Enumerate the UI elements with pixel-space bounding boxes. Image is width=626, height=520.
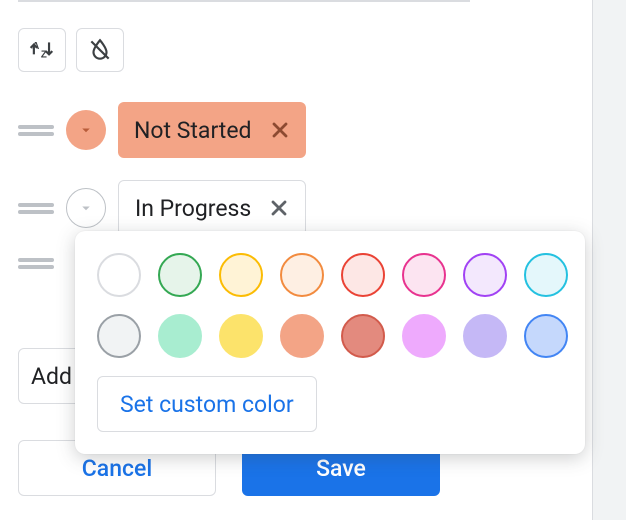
caret-down-icon	[77, 121, 95, 139]
color-swatch[interactable]	[524, 253, 568, 297]
no-color-icon	[87, 37, 113, 63]
color-swatch[interactable]	[341, 253, 385, 297]
color-swatch[interactable]	[524, 314, 568, 358]
drag-handle[interactable]	[18, 125, 54, 136]
color-swatch[interactable]	[341, 314, 385, 358]
color-swatch[interactable]	[219, 253, 263, 297]
clear-color-button[interactable]	[76, 28, 124, 72]
option-chip[interactable]: Not Started	[118, 102, 306, 158]
option-row	[18, 258, 54, 269]
color-swatch[interactable]	[219, 314, 263, 358]
panel-top-border	[18, 0, 470, 2]
option-chip-label: In Progress	[135, 195, 251, 222]
set-custom-color-button[interactable]: Set custom color	[97, 376, 317, 432]
toolbar: A Z	[18, 28, 124, 72]
option-row: In Progress	[18, 180, 306, 236]
color-swatch[interactable]	[158, 314, 202, 358]
color-picker-popover: Set custom color	[75, 231, 585, 454]
color-swatch[interactable]	[97, 314, 141, 358]
close-icon	[267, 196, 291, 220]
color-swatch[interactable]	[158, 253, 202, 297]
remove-option-button[interactable]	[265, 194, 293, 222]
color-swatch[interactable]	[463, 314, 507, 358]
color-swatch[interactable]	[280, 253, 324, 297]
drag-handle[interactable]	[18, 203, 54, 214]
color-swatch[interactable]	[463, 253, 507, 297]
close-icon	[268, 118, 292, 142]
right-page-gutter	[592, 0, 626, 520]
set-custom-color-label: Set custom color	[120, 391, 294, 418]
caret-down-icon	[77, 199, 95, 217]
remove-option-button[interactable]	[266, 116, 294, 144]
option-chip-label: Not Started	[134, 117, 252, 144]
save-button-label: Save	[316, 455, 366, 482]
sort-az-icon: A Z	[29, 37, 55, 63]
option-chip[interactable]: In Progress	[118, 180, 306, 236]
option-row: Not Started	[18, 102, 306, 158]
color-dropdown-button[interactable]	[66, 188, 106, 228]
sort-az-button[interactable]: A Z	[18, 28, 66, 72]
color-swatch[interactable]	[402, 314, 446, 358]
cancel-button-label: Cancel	[82, 455, 152, 482]
swatch-grid	[97, 253, 563, 358]
color-dropdown-button[interactable]	[66, 110, 106, 150]
drag-handle[interactable]	[18, 258, 54, 269]
color-swatch[interactable]	[97, 253, 141, 297]
color-swatch[interactable]	[280, 314, 324, 358]
color-swatch[interactable]	[402, 253, 446, 297]
